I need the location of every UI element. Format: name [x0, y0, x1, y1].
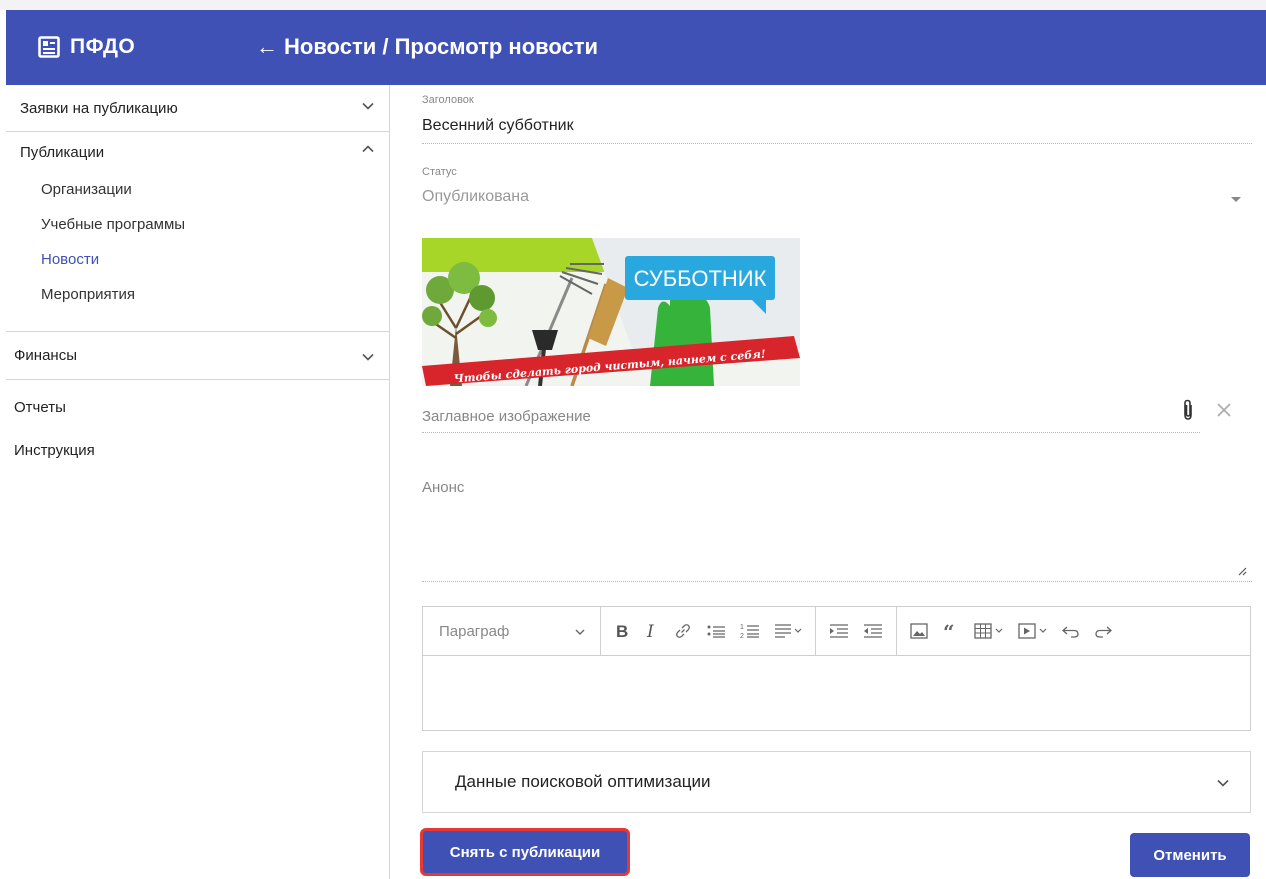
editor-toolbar: Параграф B I 12 “ — [423, 606, 1250, 656]
sidebar: Заявки на публикацию Публикации Организа… — [6, 85, 390, 879]
sidebar-item-reports[interactable]: Отчеты — [6, 380, 389, 434]
toolbar-group-format: B I 12 — [601, 606, 816, 656]
status-field-label: Статус — [422, 166, 457, 178]
dropdown-arrow-icon[interactable] — [1230, 196, 1242, 204]
italic-icon[interactable]: I — [637, 607, 667, 656]
sidebar-subitem-programs[interactable]: Учебные программы — [6, 207, 389, 242]
chevron-down-icon — [575, 629, 585, 635]
indent-icon[interactable] — [822, 607, 856, 656]
editor-content-area[interactable] — [423, 656, 1250, 730]
redo-icon[interactable] — [1087, 607, 1119, 656]
top-strip — [0, 0, 1266, 10]
unpublish-button[interactable]: Снять с публикации — [420, 828, 630, 876]
numbered-list-icon[interactable]: 12 — [733, 607, 767, 656]
table-icon[interactable] — [967, 607, 1011, 656]
sidebar-item-label: Финансы — [14, 347, 77, 364]
sidebar-item-label: Заявки на публикацию — [20, 99, 178, 117]
svg-text:B: B — [616, 622, 628, 640]
sidebar-item-finance[interactable]: Финансы — [6, 332, 389, 379]
sidebar-subitem-organizations[interactable]: Организации — [6, 172, 389, 207]
page-title: Новости / Просмотр новости — [284, 34, 599, 59]
svg-text:I: I — [646, 622, 654, 640]
page-title-area: ← Новости / Просмотр новости — [256, 32, 598, 62]
sidebar-subitem-events[interactable]: Мероприятия — [6, 277, 389, 312]
svg-text:2: 2 — [740, 633, 744, 640]
title-field-label: Заголовок — [422, 94, 474, 106]
sidebar-item-publications[interactable]: Публикации — [6, 132, 389, 172]
quote-icon[interactable]: “ — [935, 607, 967, 656]
arrow-left-icon[interactable]: ← — [256, 34, 278, 60]
paragraph-select-value: Параграф — [439, 622, 510, 640]
newspaper-icon — [38, 36, 60, 58]
title-field-underline — [422, 143, 1252, 144]
sidebar-item-requests[interactable]: Заявки на публикацию — [6, 85, 389, 131]
sidebar-item-label: Публикации — [20, 143, 105, 161]
seo-panel-title: Данные поисковой оптимизации — [455, 772, 711, 791]
svg-text:“: “ — [943, 623, 955, 639]
announce-underline — [422, 581, 1252, 582]
close-icon[interactable] — [1217, 403, 1231, 417]
rich-text-editor: Параграф B I 12 “ — [422, 606, 1251, 731]
app-logo-text: ПФДО — [70, 35, 136, 58]
sidebar-item-instructions[interactable]: Инструкция — [6, 434, 389, 466]
outdent-icon[interactable] — [856, 607, 890, 656]
news-form: Заголовок Весенний субботник Статус Опуб… — [420, 85, 1252, 879]
sidebar-item-label: Отчеты — [14, 398, 66, 416]
paperclip-icon[interactable] — [1181, 399, 1195, 421]
announce-textarea[interactable] — [422, 479, 1252, 579]
align-icon[interactable] — [767, 607, 809, 656]
seo-panel[interactable]: Данные поисковой оптимизации — [422, 751, 1251, 813]
toolbar-group-insert: “ — [897, 607, 1125, 656]
media-icon[interactable] — [1011, 607, 1055, 656]
undo-icon[interactable] — [1055, 607, 1087, 656]
banner-text: СУББОТНИК — [634, 266, 767, 291]
status-select[interactable]: Опубликована — [422, 188, 529, 206]
chevron-up-icon — [362, 145, 374, 153]
cover-image-underline — [422, 432, 1200, 433]
subbotnik-banner-image: СУББОТНИК Чтобы сделать город чистым, на… — [422, 238, 800, 386]
title-field[interactable]: Весенний субботник — [422, 117, 574, 135]
sidebar-subitem-news[interactable]: Новости — [6, 242, 389, 277]
chevron-down-icon — [362, 102, 374, 110]
sidebar-item-label: Инструкция — [14, 441, 95, 459]
toolbar-group-indent — [816, 606, 897, 656]
chevron-down-icon — [362, 353, 374, 361]
chevron-down-icon — [1217, 779, 1229, 787]
resize-handle-icon[interactable] — [1238, 567, 1247, 576]
svg-text:1: 1 — [740, 624, 744, 631]
app-header: ПФДО ← Новости / Просмотр новости — [6, 10, 1266, 85]
paragraph-select[interactable]: Параграф — [423, 606, 601, 656]
bold-icon[interactable]: B — [607, 607, 637, 656]
cancel-button[interactable]: Отменить — [1130, 833, 1250, 877]
image-icon[interactable] — [903, 607, 935, 656]
cover-image-field[interactable]: Заглавное изображение — [422, 408, 591, 425]
app-logo[interactable]: ПФДО — [38, 32, 135, 62]
cover-image: СУББОТНИК Чтобы сделать город чистым, на… — [422, 238, 800, 386]
bulleted-list-icon[interactable] — [699, 607, 733, 656]
link-icon[interactable] — [667, 607, 699, 656]
